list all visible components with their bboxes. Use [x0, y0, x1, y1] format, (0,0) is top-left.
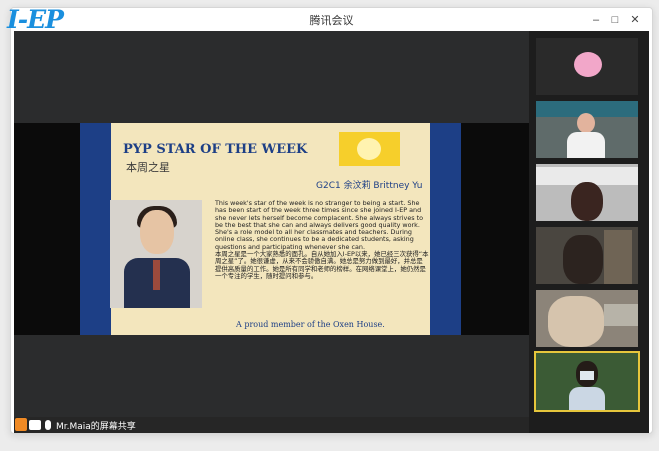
participant-4[interactable] [536, 227, 638, 284]
student-hair [563, 235, 603, 284]
minimize-button[interactable]: – [589, 13, 603, 27]
student-shirt [569, 387, 605, 410]
window-title: 腾讯会议 [309, 14, 354, 27]
photo-face [140, 210, 174, 254]
participant-3[interactable] [536, 164, 638, 221]
participant-5[interactable] [536, 290, 638, 347]
maximize-button[interactable]: □ [608, 13, 622, 27]
badge-emblem-icon [357, 138, 381, 160]
user-icon[interactable] [15, 418, 27, 431]
participant-6[interactable] [534, 351, 640, 412]
photo-tie [153, 260, 160, 290]
slide-subtitle: 本周之星 [126, 161, 170, 174]
slide-title: PYP STAR OF THE WEEK [123, 142, 308, 157]
room-background [604, 304, 638, 326]
student-photo [110, 200, 202, 308]
slide-right-bar [430, 123, 461, 335]
teacher-face [577, 113, 595, 133]
title-bar: 腾讯会议 – □ ✕ [11, 8, 652, 30]
slide: PYP STAR OF THE WEEK 本周之星 G2C1 余汶莉 Britt… [80, 123, 461, 335]
slide-paragraph-zh: 本周之星是一个大家熟悉的面孔。自从她加入I-EP以来，她已经三次获得“本周之星”… [215, 250, 429, 280]
meeting-window: 腾讯会议 – □ ✕ PYP STAR OF THE WEEK 本周之星 G2C… [10, 7, 653, 434]
student-name: G2C1 余汶莉 Brittney Yu [316, 181, 423, 191]
slide-footer: A proud member of the Oxen House. [236, 320, 385, 329]
screen-icon[interactable] [29, 420, 41, 430]
slide-paragraph-en: This week's star of the week is no stran… [215, 199, 424, 251]
flower-avatar-icon [574, 52, 602, 77]
slide-body: This week's star of the week is no stran… [215, 199, 429, 280]
share-label: Mr.Maia的屏幕共享 [56, 422, 136, 432]
shared-screen: PYP STAR OF THE WEEK 本周之星 G2C1 余汶莉 Britt… [14, 123, 529, 335]
room-wall [604, 230, 632, 284]
teacher-shirt [567, 132, 605, 158]
participant-2[interactable] [536, 101, 638, 158]
house-badge [339, 132, 400, 166]
school-logo: I-EP [7, 5, 64, 34]
share-status-bar: Mr.Maia的屏幕共享 [14, 417, 529, 433]
participant-1[interactable] [536, 38, 638, 95]
student-face [571, 182, 603, 221]
participant-sidebar [529, 31, 649, 433]
face-mask [580, 371, 594, 380]
close-button[interactable]: ✕ [628, 13, 642, 27]
student-face [548, 296, 604, 347]
microphone-icon[interactable] [45, 420, 51, 430]
slide-left-bar [80, 123, 111, 335]
main-video-area: PYP STAR OF THE WEEK 本周之星 G2C1 余汶莉 Britt… [14, 31, 529, 417]
